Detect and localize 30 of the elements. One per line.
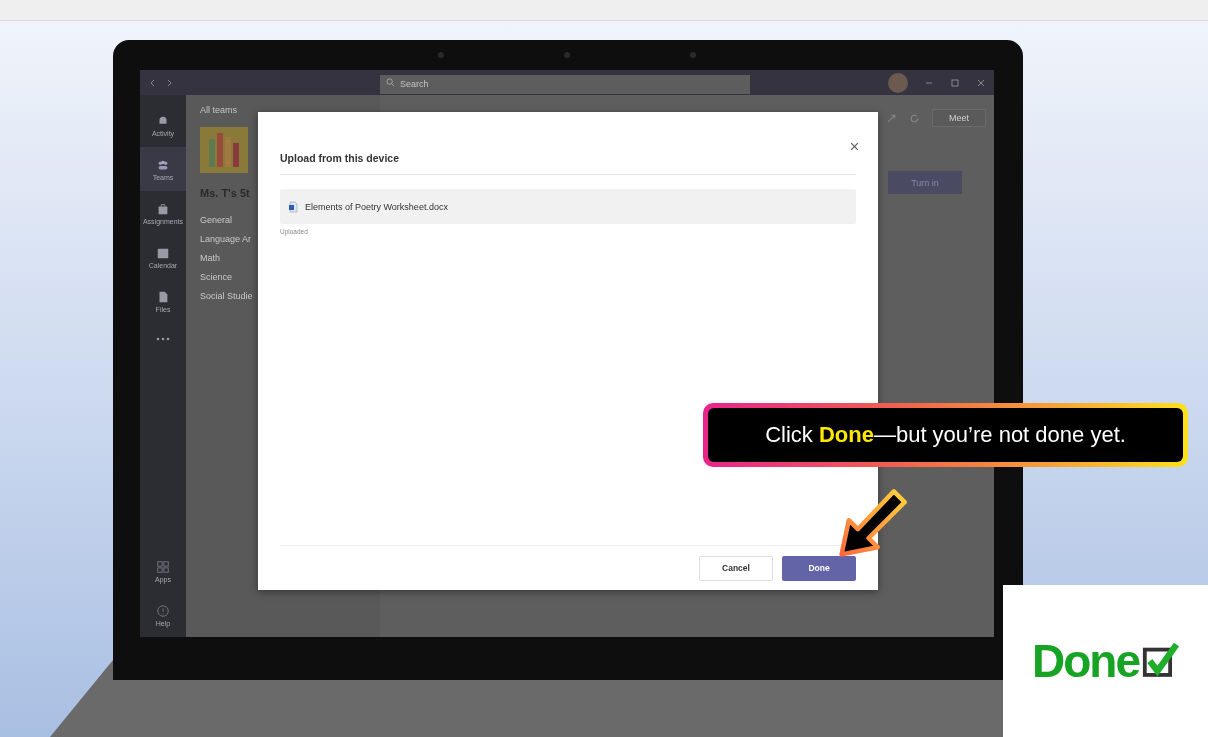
file-row[interactable]: Elements of Poetry Worksheet.docx (280, 189, 856, 224)
grid-icon (156, 559, 170, 574)
bag-icon (156, 201, 170, 216)
callout-text: Click Done—but you’re not done yet. (765, 422, 1126, 448)
channel-item[interactable]: General (200, 211, 256, 230)
file-name: Elements of Poetry Worksheet.docx (305, 201, 448, 212)
books-picture (200, 127, 248, 173)
channel-item[interactable]: Math (200, 249, 256, 268)
dialog-title: Upload from this device (280, 152, 856, 175)
document-icon (288, 200, 298, 213)
camera-icon (690, 52, 696, 58)
channel-item[interactable]: Science (200, 268, 256, 287)
all-teams-link[interactable]: All teams (200, 105, 380, 115)
search-field[interactable]: Search (380, 74, 750, 94)
more-icon[interactable] (155, 337, 171, 341)
help-icon (156, 603, 170, 618)
sticker-text: Done (1032, 634, 1139, 688)
cancel-button[interactable]: Cancel (699, 555, 773, 581)
checkbox-icon (1141, 642, 1179, 680)
close-icon[interactable] (976, 77, 986, 88)
channel-item[interactable]: Language Ar (200, 230, 256, 249)
close-icon[interactable] (849, 141, 860, 152)
done-button[interactable]: Done (782, 555, 856, 581)
maximize-icon[interactable] (950, 77, 960, 88)
camera-icon (564, 52, 570, 58)
avatar-icon[interactable] (888, 72, 908, 93)
channel-item[interactable]: Social Studie (200, 287, 256, 306)
meet-button[interactable]: Meet (932, 109, 986, 127)
search-icon (386, 78, 395, 87)
camera-icon (438, 52, 444, 58)
